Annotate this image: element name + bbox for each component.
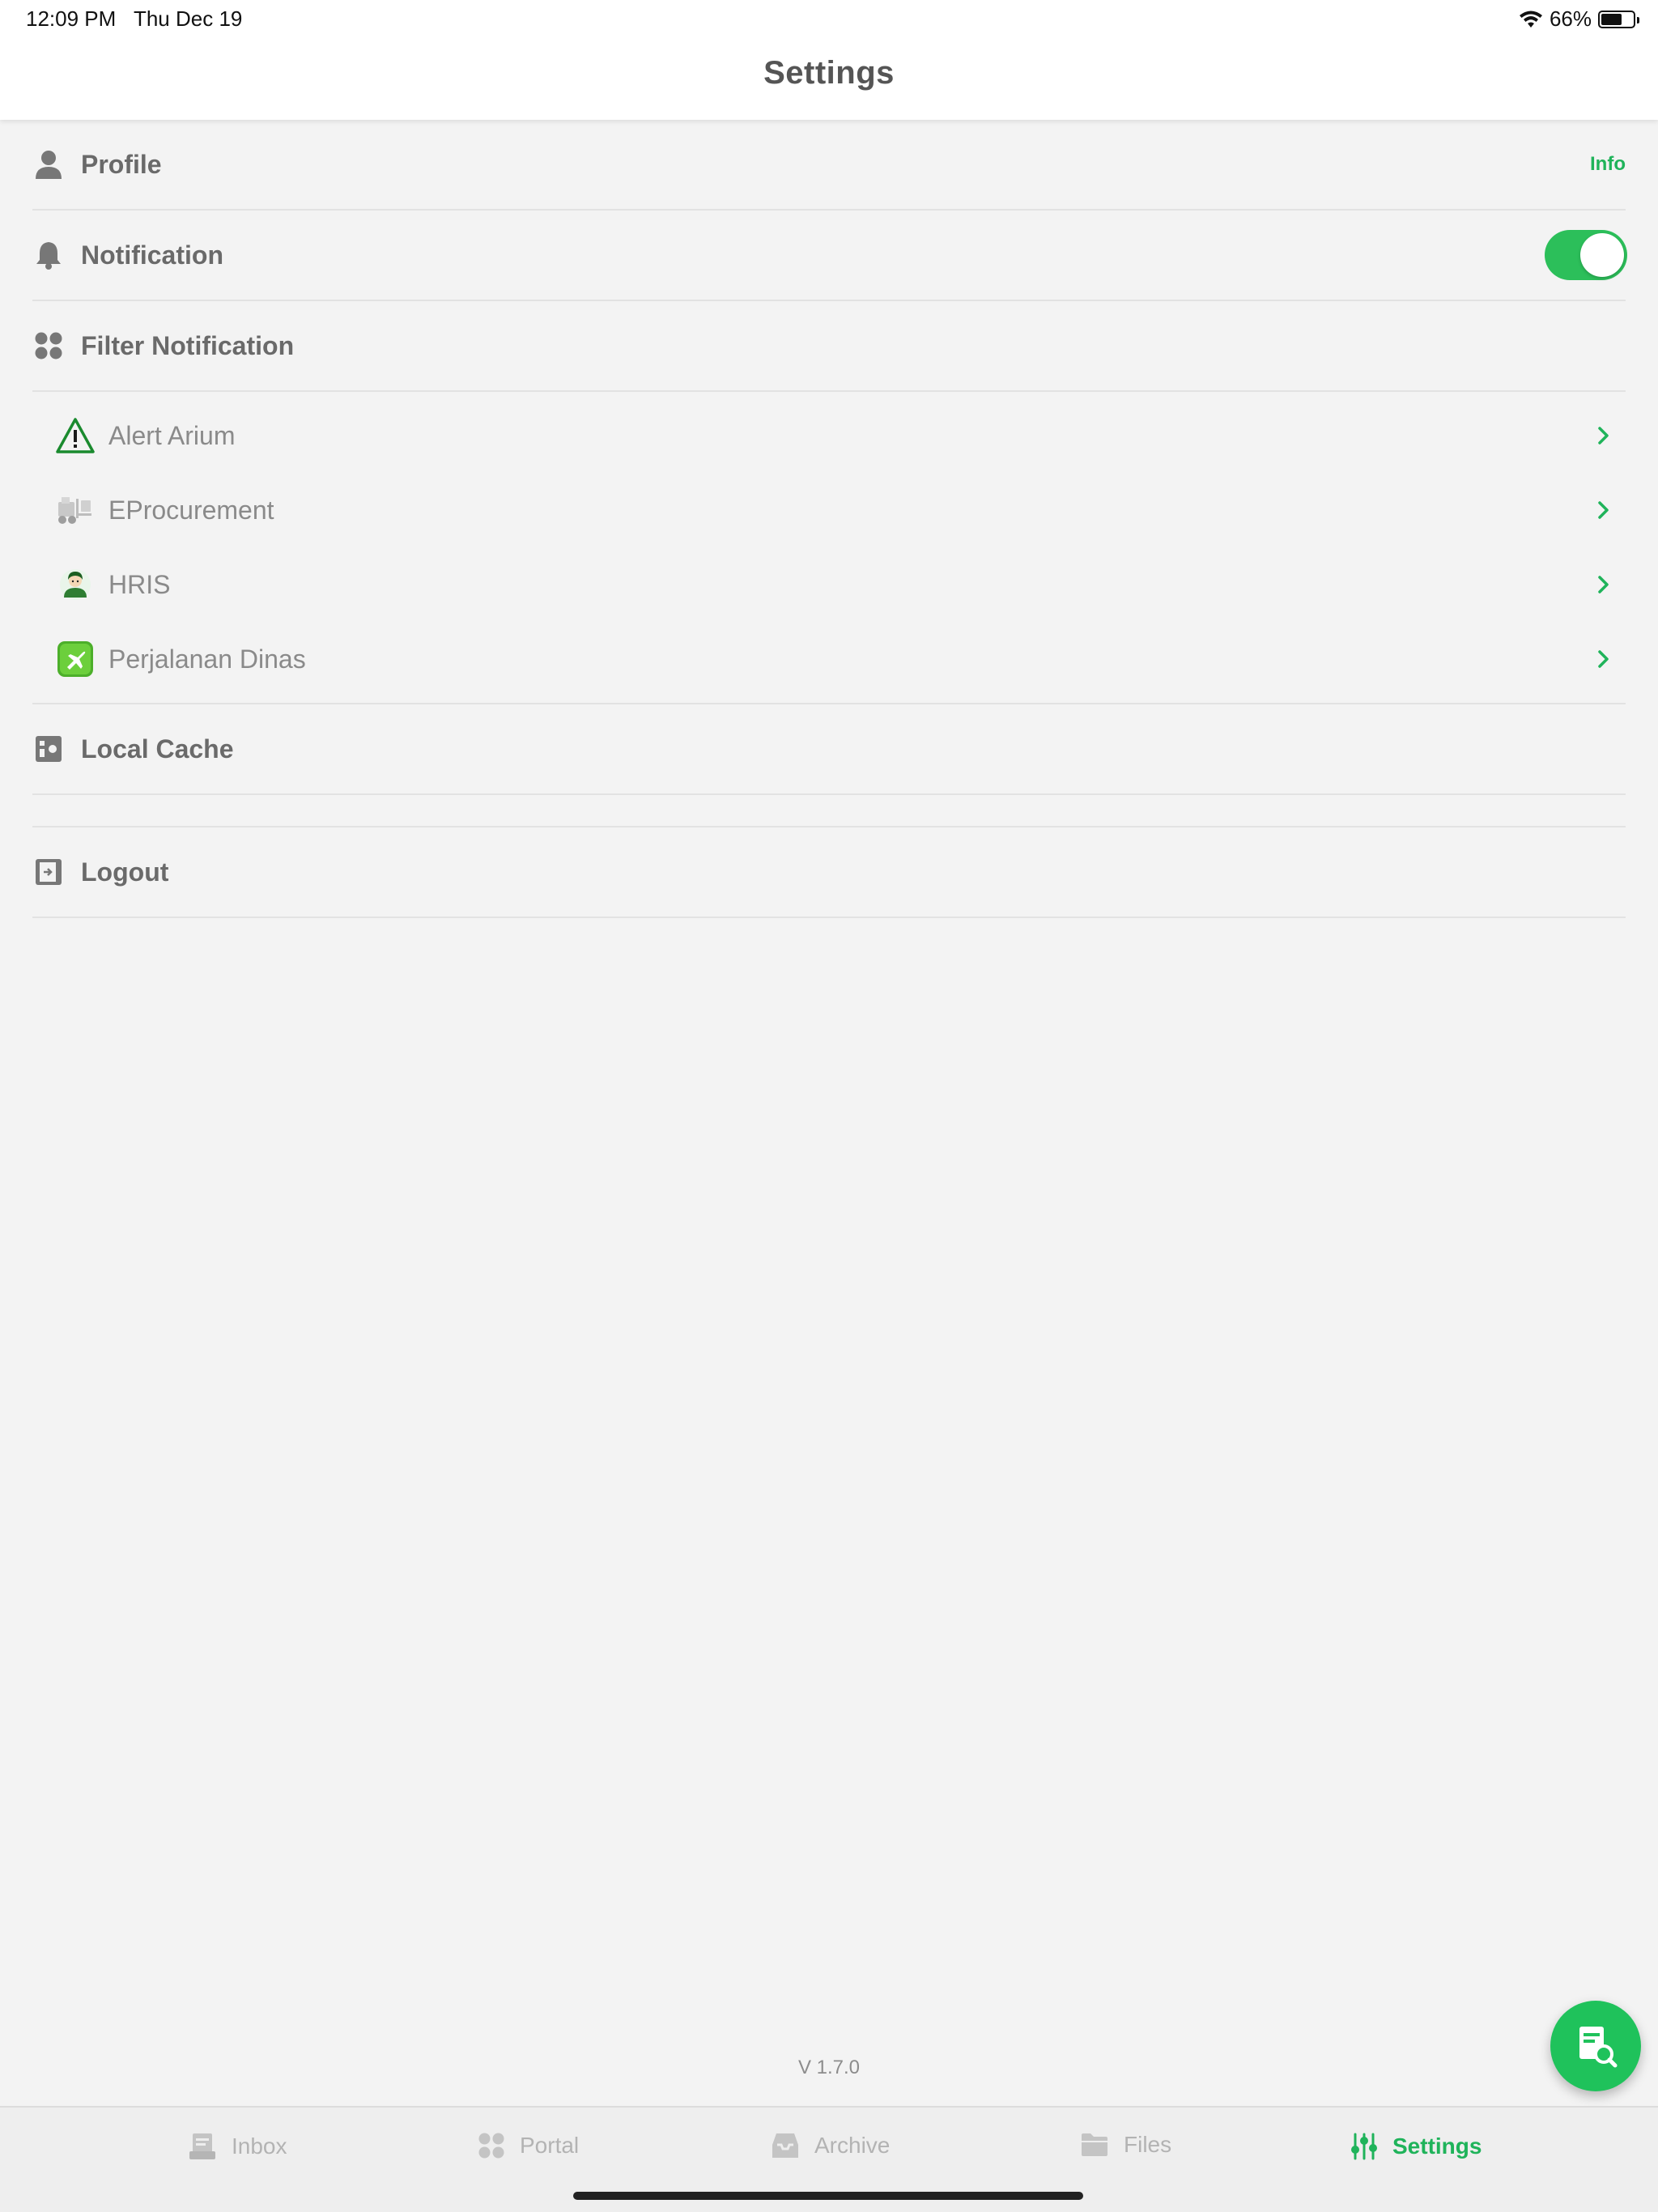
archive-tray-icon (772, 2133, 798, 2158)
tab-label: Archive (814, 2133, 891, 2158)
tab-bar: Inbox Portal Archive Files Settings (0, 2106, 1658, 2212)
logout-label: Logout (81, 857, 169, 887)
toggle-knob (1580, 233, 1624, 277)
tab-inbox[interactable]: Inbox (188, 2132, 287, 2161)
filter-item-perjalanan-dinas[interactable]: Perjalanan Dinas (32, 622, 1626, 696)
folder-icon (1082, 2133, 1107, 2156)
profile-info-link[interactable]: Info (1590, 153, 1626, 176)
profile-row[interactable]: Profile Info (32, 120, 1626, 211)
home-indicator (573, 2192, 1083, 2200)
filter-item-alert-arium[interactable]: Alert Arium (32, 398, 1626, 473)
person-icon (32, 148, 65, 181)
document-search-icon (1579, 2027, 1618, 2068)
filter-notification-label: Filter Notification (81, 330, 295, 360)
battery-icon (1598, 10, 1639, 28)
airplane-icon (55, 639, 96, 679)
profile-label: Profile (81, 149, 162, 179)
logout-door-icon (32, 856, 65, 888)
status-indicators: 66% (1519, 6, 1639, 32)
filter-item-label: Perjalanan Dinas (108, 644, 306, 674)
section-separator (32, 795, 1626, 827)
local-cache-label: Local Cache (81, 734, 234, 764)
document-search-fab[interactable] (1550, 2001, 1641, 2091)
sliders-icon (1351, 2133, 1377, 2160)
filter-item-eprocurement[interactable]: EProcurement (32, 473, 1626, 547)
notification-toggle[interactable] (1545, 230, 1627, 280)
tab-label: Files (1124, 2132, 1172, 2157)
top-bar: 12:09 PM Thu Dec 19 66% Settings (0, 0, 1658, 120)
filter-list: Alert Arium EProcurement HRIS Perjalanan… (32, 392, 1626, 704)
tab-settings[interactable]: Settings (1350, 2132, 1482, 2161)
warning-triangle-icon (55, 415, 96, 456)
grid-dots-icon (478, 2133, 504, 2159)
inbox-icon (189, 2133, 215, 2159)
status-date: Thu Dec 19 (133, 6, 243, 31)
chevron-right-icon (1598, 501, 1609, 519)
filter-notification-row: Filter Notification (32, 301, 1626, 392)
status-clock: 12:09 PM (26, 6, 117, 31)
tab-files[interactable]: Files (1080, 2132, 1171, 2158)
notification-label: Notification (81, 240, 223, 270)
filter-item-label: Alert Arium (108, 420, 236, 450)
tab-label: Inbox (232, 2133, 287, 2159)
battery-level (1601, 13, 1622, 25)
tab-label: Portal (520, 2133, 580, 2158)
tab-label: Settings (1392, 2133, 1482, 2159)
app-version: V 1.7.0 (797, 2057, 861, 2078)
filter-item-label: EProcurement (108, 495, 274, 525)
person-avatar-icon (55, 564, 96, 605)
notification-row: Notification (32, 211, 1627, 301)
settings-list: Profile Info Notification Filter Notific… (32, 120, 1627, 918)
page-title: Settings (763, 55, 895, 91)
cache-icon (32, 733, 65, 765)
logout-row[interactable]: Logout (32, 827, 1626, 918)
chevron-right-icon (1598, 427, 1609, 445)
tab-portal[interactable]: Portal (478, 2132, 579, 2159)
status-time: 12:09 PM Thu Dec 19 (26, 6, 242, 32)
tab-archive[interactable]: Archive (771, 2132, 890, 2159)
local-cache-row[interactable]: Local Cache (32, 704, 1626, 795)
filter-item-hris[interactable]: HRIS (32, 547, 1626, 622)
battery-percent: 66% (1549, 6, 1592, 31)
filter-item-label: HRIS (108, 569, 171, 599)
wifi-icon (1519, 11, 1542, 28)
forklift-icon (55, 490, 96, 530)
chevron-right-icon (1598, 576, 1609, 593)
grid-dots-icon (32, 330, 65, 362)
bell-icon (32, 239, 65, 271)
chevron-right-icon (1598, 650, 1609, 668)
